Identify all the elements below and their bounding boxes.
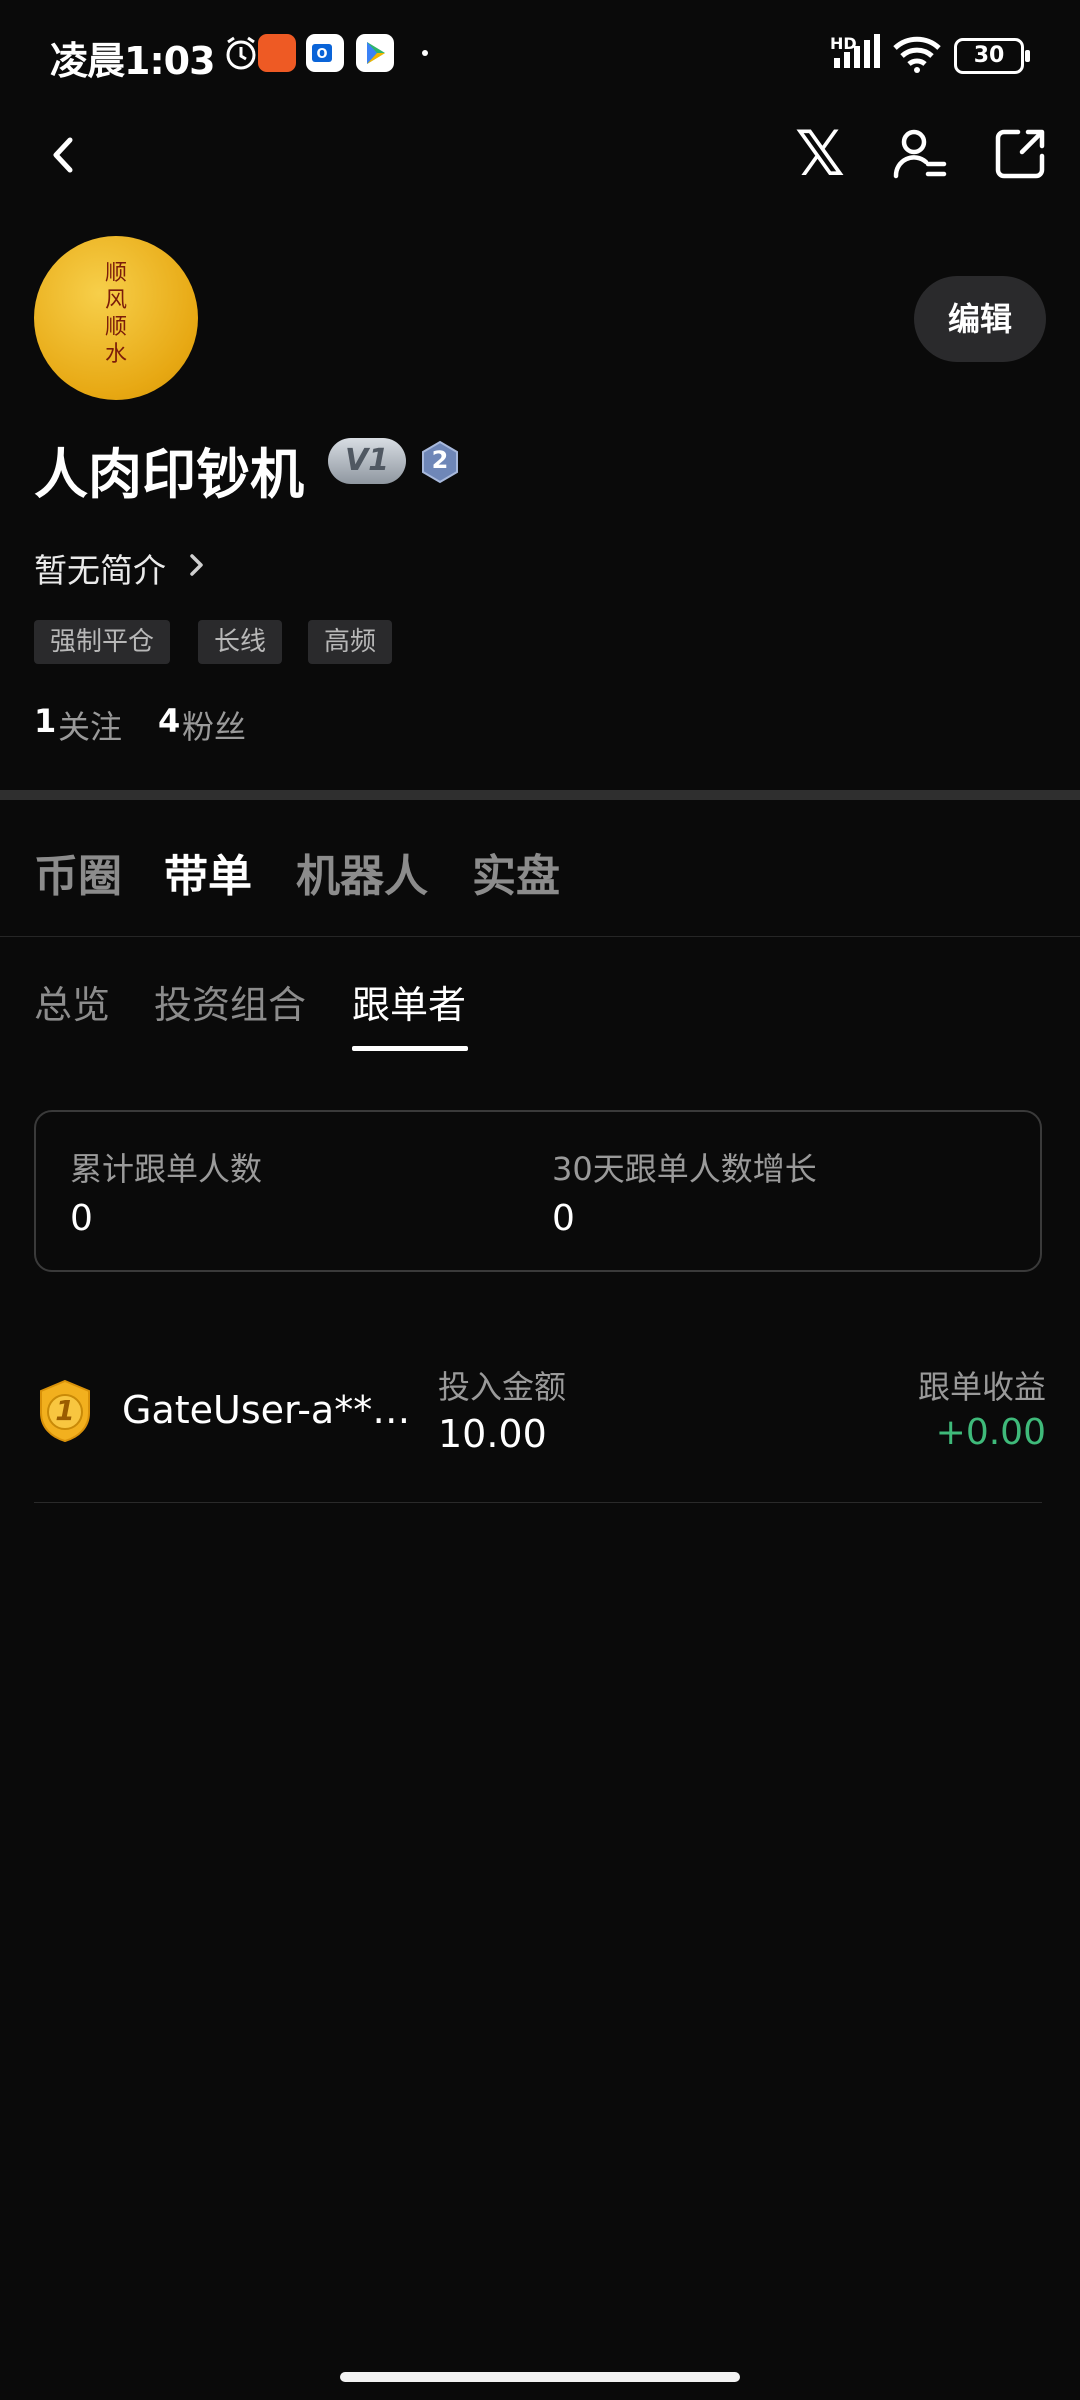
tab-copy-trading[interactable]: 带单 bbox=[164, 840, 252, 904]
tag: 强制平仓 bbox=[34, 620, 171, 664]
subtab-portfolio[interactable]: 投资组合 bbox=[154, 974, 306, 1029]
app-notification-icon bbox=[356, 34, 394, 72]
level-badge-value: 2 bbox=[431, 446, 449, 474]
rank-number: 1 bbox=[55, 1394, 75, 1427]
vip-badge[interactable]: V1 bbox=[328, 438, 406, 484]
x-twitter-icon[interactable]: 𝕏 bbox=[790, 123, 850, 185]
battery-icon: 30 bbox=[954, 38, 1030, 74]
bio-text[interactable]: 暂无简介 bbox=[34, 544, 166, 592]
avatar-char: 风 bbox=[104, 288, 127, 313]
amount-label: 投入金额 bbox=[438, 1368, 567, 1406]
avatar[interactable]: 顺 风 顺 水 bbox=[34, 236, 198, 400]
amount-value: 10.00 bbox=[438, 1412, 547, 1456]
avatar-char: 顺 bbox=[104, 261, 127, 286]
tab-bots[interactable]: 机器人 bbox=[296, 840, 428, 904]
profit-value: +0.00 bbox=[935, 1412, 1046, 1453]
subtab-overview[interactable]: 总览 bbox=[34, 974, 110, 1029]
row-divider bbox=[34, 1502, 1042, 1503]
share-icon[interactable] bbox=[990, 124, 1050, 184]
tag: 长线 bbox=[198, 620, 283, 664]
avatar-char: 水 bbox=[104, 342, 127, 367]
signal-icon bbox=[832, 34, 882, 76]
more-dot-icon bbox=[422, 50, 428, 56]
home-indicator[interactable] bbox=[340, 2372, 740, 2382]
following-label[interactable]: 关注 bbox=[58, 702, 122, 748]
section-divider bbox=[0, 790, 1080, 800]
app-notification-icon: O bbox=[306, 34, 344, 72]
back-button[interactable] bbox=[40, 130, 90, 180]
follower-name[interactable]: GateUser-a**… bbox=[122, 1388, 412, 1432]
chevron-right-icon[interactable] bbox=[184, 550, 208, 580]
svg-text:O: O bbox=[316, 47, 327, 62]
tabs-divider bbox=[0, 936, 1080, 937]
total-followers-label: 累计跟单人数 bbox=[70, 1150, 263, 1188]
level-badge-icon[interactable]: 2 bbox=[420, 440, 460, 484]
avatar-char: 顺 bbox=[104, 315, 127, 340]
rank-medal-icon: 1 bbox=[34, 1378, 96, 1444]
follower-summary-card: 累计跟单人数 0 30天跟单人数增长 0 bbox=[34, 1110, 1042, 1272]
following-count[interactable]: 1 bbox=[34, 702, 56, 740]
growth-label: 30天跟单人数增长 bbox=[552, 1150, 817, 1188]
tab-coin-circle[interactable]: 币圈 bbox=[34, 840, 122, 904]
app-notification-icon bbox=[258, 34, 296, 72]
total-followers-value: 0 bbox=[70, 1198, 93, 1239]
followers-label[interactable]: 粉丝 bbox=[182, 702, 246, 748]
tag: 高频 bbox=[308, 620, 393, 664]
subtab-followers[interactable]: 跟单者 bbox=[352, 974, 466, 1029]
active-tab-indicator bbox=[352, 1046, 468, 1051]
growth-value: 0 bbox=[552, 1198, 575, 1239]
app-notification-icon bbox=[222, 34, 260, 72]
username: 人肉印钞机 bbox=[34, 443, 304, 506]
wifi-icon bbox=[892, 34, 942, 78]
user-settings-icon[interactable] bbox=[890, 124, 950, 184]
status-time: 凌晨1:03 bbox=[50, 39, 216, 83]
followers-count[interactable]: 4 bbox=[158, 702, 180, 740]
tab-live-trading[interactable]: 实盘 bbox=[472, 840, 560, 904]
edit-profile-button[interactable]: 编辑 bbox=[914, 276, 1046, 362]
profit-label: 跟单收益 bbox=[917, 1368, 1046, 1406]
